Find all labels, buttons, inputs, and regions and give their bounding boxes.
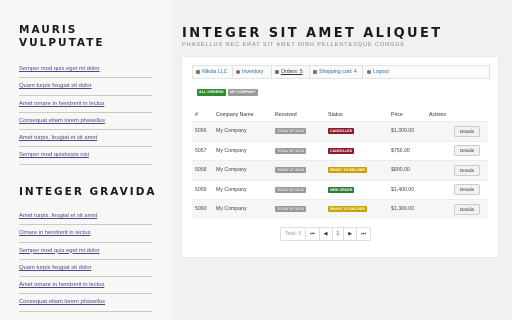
- order-price: $1,300.00: [388, 121, 426, 141]
- order-company: My Company: [213, 140, 272, 161]
- nav-inventory[interactable]: Inventory: [233, 66, 272, 78]
- cart-icon: [313, 69, 317, 74]
- status-badge: READY TO DELIVER: [328, 167, 368, 174]
- order-price: $800.00: [388, 160, 426, 180]
- nav-user[interactable]: Nikola LLC: [193, 66, 233, 78]
- status-badge: CANCELLED: [328, 128, 355, 135]
- details-button[interactable]: Details: [453, 125, 480, 137]
- order-id: 5057: [192, 140, 213, 161]
- sidebar: MAURIS VULPUTATE Semper mod quis eget mi…: [0, 0, 172, 320]
- status-badge: READY TO DELIVER: [328, 206, 368, 213]
- col-header-received: Received: [275, 112, 297, 118]
- table-header-row: # Company Name Received Status Price Act…: [192, 109, 488, 122]
- sidebar-link[interactable]: Quam turpis feugiat sit dolor: [19, 78, 152, 96]
- eye-icon: [236, 69, 240, 74]
- status-badge: CANCELLED: [328, 147, 355, 154]
- prev-page-button[interactable]: ◀: [320, 228, 333, 240]
- sidebar-link[interactable]: Semper mod quis eget mi dolor: [19, 243, 152, 260]
- col-header-number: #: [195, 112, 198, 118]
- table-row: 5057 My Company TODAY AT 15:26 CANCELLED…: [192, 140, 488, 161]
- sidebar-link[interactable]: Amet turpis, feugiat et sit amet: [19, 130, 152, 148]
- order-company: My Company: [213, 199, 272, 219]
- col-header-company: Company Name: [216, 112, 254, 118]
- details-button[interactable]: Details: [453, 164, 480, 176]
- top-nav-bar: Nikola LLC Inventory Orders: 5 Shopping …: [192, 65, 490, 79]
- received-badge: TODAY AT 15:26: [275, 147, 307, 154]
- received-badge: TODAY AT 15:26: [275, 186, 307, 193]
- col-header-price: Price: [391, 112, 403, 118]
- sidebar-heading-1: MAURIS VULPUTATE: [19, 24, 105, 49]
- order-id: 5058: [192, 160, 213, 180]
- sidebar-link[interactable]: Amet ornare in hendrerit in lectus: [19, 277, 152, 295]
- col-header-status: Status: [328, 112, 343, 118]
- pagination: Total: 5 ⏮ ◀ 1 ▶ ⏭: [280, 227, 371, 241]
- table-row: 5059 My Company TODAY AT 15:26 NEW ORDER…: [192, 179, 488, 200]
- sidebar-link[interactable]: Semper mod quisturpis nisi: [19, 147, 152, 165]
- sidebar-link[interactable]: Amet ornare in hendrerit in lectus: [19, 96, 152, 113]
- order-id: 5059: [192, 179, 213, 200]
- col-header-actions: Actions: [429, 112, 447, 118]
- page-number-button[interactable]: 1: [333, 228, 345, 240]
- received-badge: TODAY AT 15:26: [275, 206, 307, 213]
- page-subtitle: PHASELLUS NEC ERAT SIT AMET NIBH PELLENT…: [182, 42, 405, 48]
- user-icon: [196, 69, 200, 74]
- order-price: $1,300.00: [388, 199, 426, 219]
- orders-table: # Company Name Received Status Price Act…: [192, 109, 488, 219]
- order-id: 5060: [192, 199, 213, 219]
- sidebar-link[interactable]: Amet turpis, feugiat et sit amet: [19, 208, 152, 226]
- sidebar-link[interactable]: Consequat etiam lorem phasellus: [19, 294, 152, 312]
- table-row: 5056 My Company TODAY AT 15:26 CANCELLED…: [192, 121, 488, 141]
- received-badge: TODAY AT 15:26: [275, 128, 307, 135]
- next-page-button[interactable]: ▶: [344, 228, 358, 240]
- table-row: 5058 My Company TODAY AT 15:26 READY TO …: [192, 160, 488, 180]
- status-badge: NEW ORDER: [328, 186, 355, 193]
- orders-panel: Nikola LLC Inventory Orders: 5 Shopping …: [182, 57, 498, 257]
- table-row: 5060 My Company TODAY AT 15:26 READY TO …: [192, 199, 488, 219]
- sidebar-link[interactable]: Ornare in hendrerit in lectus: [19, 225, 152, 243]
- order-price: $756.00: [388, 140, 426, 161]
- received-badge: TODAY AT 15:26: [275, 167, 307, 174]
- first-page-button[interactable]: ⏮: [306, 228, 320, 240]
- order-company: My Company: [213, 160, 272, 180]
- order-company: My Company: [213, 121, 272, 141]
- last-page-button[interactable]: ⏭: [357, 228, 370, 240]
- details-button[interactable]: Details: [453, 145, 480, 157]
- sidebar-link[interactable]: Quam turpis feugiat sit dolor: [19, 260, 152, 278]
- order-id: 5056: [192, 121, 213, 141]
- filter-all-orders[interactable]: ALL ORDERS: [197, 89, 226, 96]
- sidebar-link[interactable]: Semper mod quis eget mi dolor: [19, 61, 152, 79]
- sidebar-link-list-2: Amet turpis, feugiat et sit amet Ornare …: [19, 208, 152, 312]
- list-icon: [275, 69, 279, 74]
- nav-shopping-cart[interactable]: Shopping cart: 4: [310, 66, 363, 78]
- pagination-total: Total: 5: [281, 228, 307, 240]
- nav-orders[interactable]: Orders: 5: [272, 66, 310, 78]
- details-button[interactable]: Details: [453, 184, 480, 196]
- filter-my-company[interactable]: MY COMPANY: [228, 89, 258, 96]
- nav-logout[interactable]: Logout: [364, 66, 390, 78]
- details-button[interactable]: Details: [453, 203, 480, 215]
- page-title: INTEGER SIT AMET ALIQUET: [182, 26, 443, 41]
- order-price: $1,400.00: [388, 179, 426, 200]
- sidebar-heading-2: INTEGER GRAVIDA: [19, 186, 157, 198]
- order-company: My Company: [213, 179, 272, 200]
- power-icon: [367, 69, 371, 74]
- sidebar-link[interactable]: Consequat etiam lorem phasellus: [19, 113, 152, 131]
- sidebar-link-list-1: Semper mod quis eget mi dolor Quam turpi…: [19, 61, 152, 165]
